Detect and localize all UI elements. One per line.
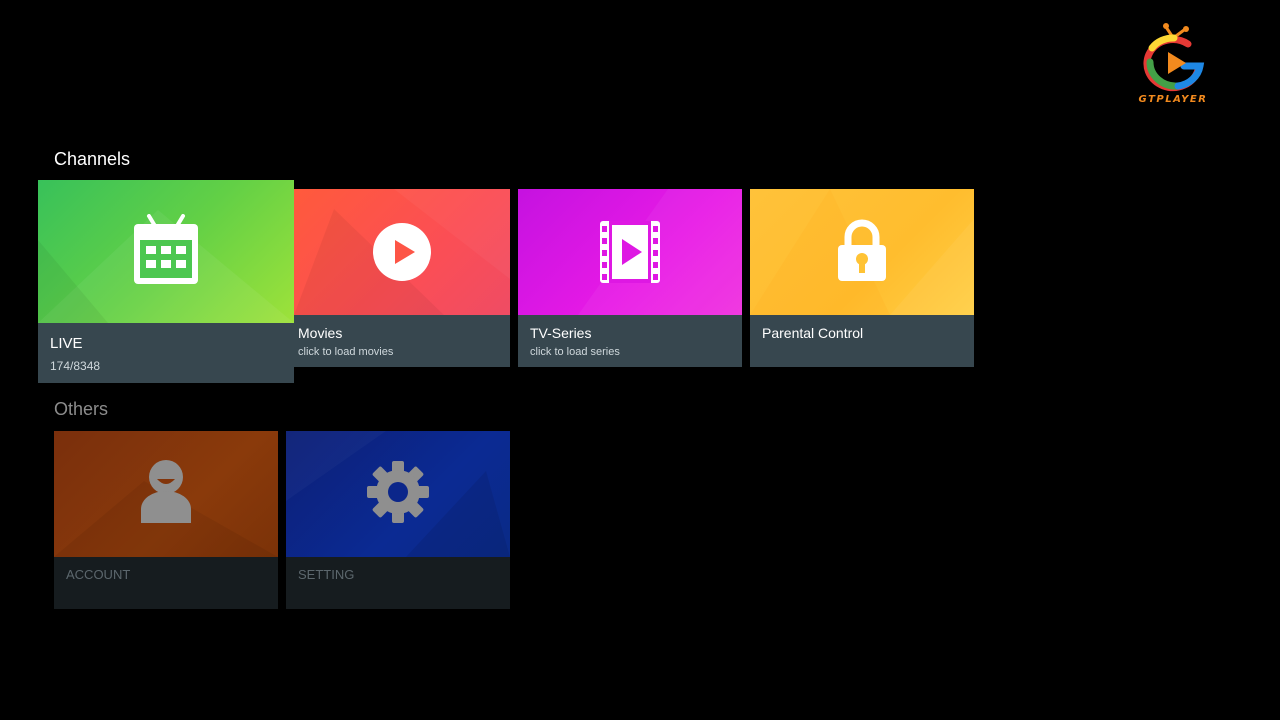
card-title: Parental Control bbox=[762, 325, 864, 341]
card-parental-control[interactable]: Parental Control bbox=[750, 189, 974, 367]
card-tv-series[interactable]: TV-Series click to load series bbox=[518, 189, 742, 367]
card-title: LIVE bbox=[50, 335, 83, 352]
card-art bbox=[38, 180, 294, 323]
lock-icon bbox=[836, 219, 888, 288]
card-movies[interactable]: Movies click to load movies bbox=[294, 189, 510, 367]
card-subtitle: 174/8348 bbox=[50, 359, 101, 373]
card-art bbox=[750, 189, 974, 315]
card-info bbox=[286, 557, 510, 609]
section-title-others: Others bbox=[54, 399, 109, 419]
section-title-channels: Channels bbox=[54, 149, 131, 169]
app-logo: GTPLAYER bbox=[1118, 22, 1228, 112]
gear-icon bbox=[367, 461, 429, 528]
card-art bbox=[54, 431, 278, 557]
user-icon bbox=[139, 459, 193, 530]
film-play-icon bbox=[600, 221, 660, 288]
card-live[interactable]: LIVE 174/8348 bbox=[38, 180, 294, 383]
card-info bbox=[750, 315, 974, 367]
card-setting[interactable]: SETTING bbox=[286, 431, 510, 609]
brand-name: GTPLAYER bbox=[1138, 94, 1208, 105]
card-info bbox=[38, 323, 294, 383]
gtplayer-logo-icon bbox=[1143, 23, 1205, 92]
card-art bbox=[518, 189, 742, 315]
card-title: ACCOUNT bbox=[66, 567, 131, 582]
card-info bbox=[54, 557, 278, 609]
card-subtitle: click to load series bbox=[530, 346, 620, 358]
card-info bbox=[518, 315, 742, 367]
tv-calendar-icon bbox=[133, 214, 199, 291]
card-art bbox=[286, 431, 510, 557]
play-circle-icon bbox=[371, 221, 433, 288]
card-title: SETTING bbox=[298, 567, 355, 582]
card-title: TV-Series bbox=[530, 325, 592, 341]
card-art bbox=[294, 189, 510, 315]
card-title: Movies bbox=[298, 325, 343, 341]
card-subtitle: click to load movies bbox=[298, 346, 394, 358]
card-account[interactable]: ACCOUNT bbox=[54, 431, 278, 609]
card-info bbox=[294, 315, 510, 367]
